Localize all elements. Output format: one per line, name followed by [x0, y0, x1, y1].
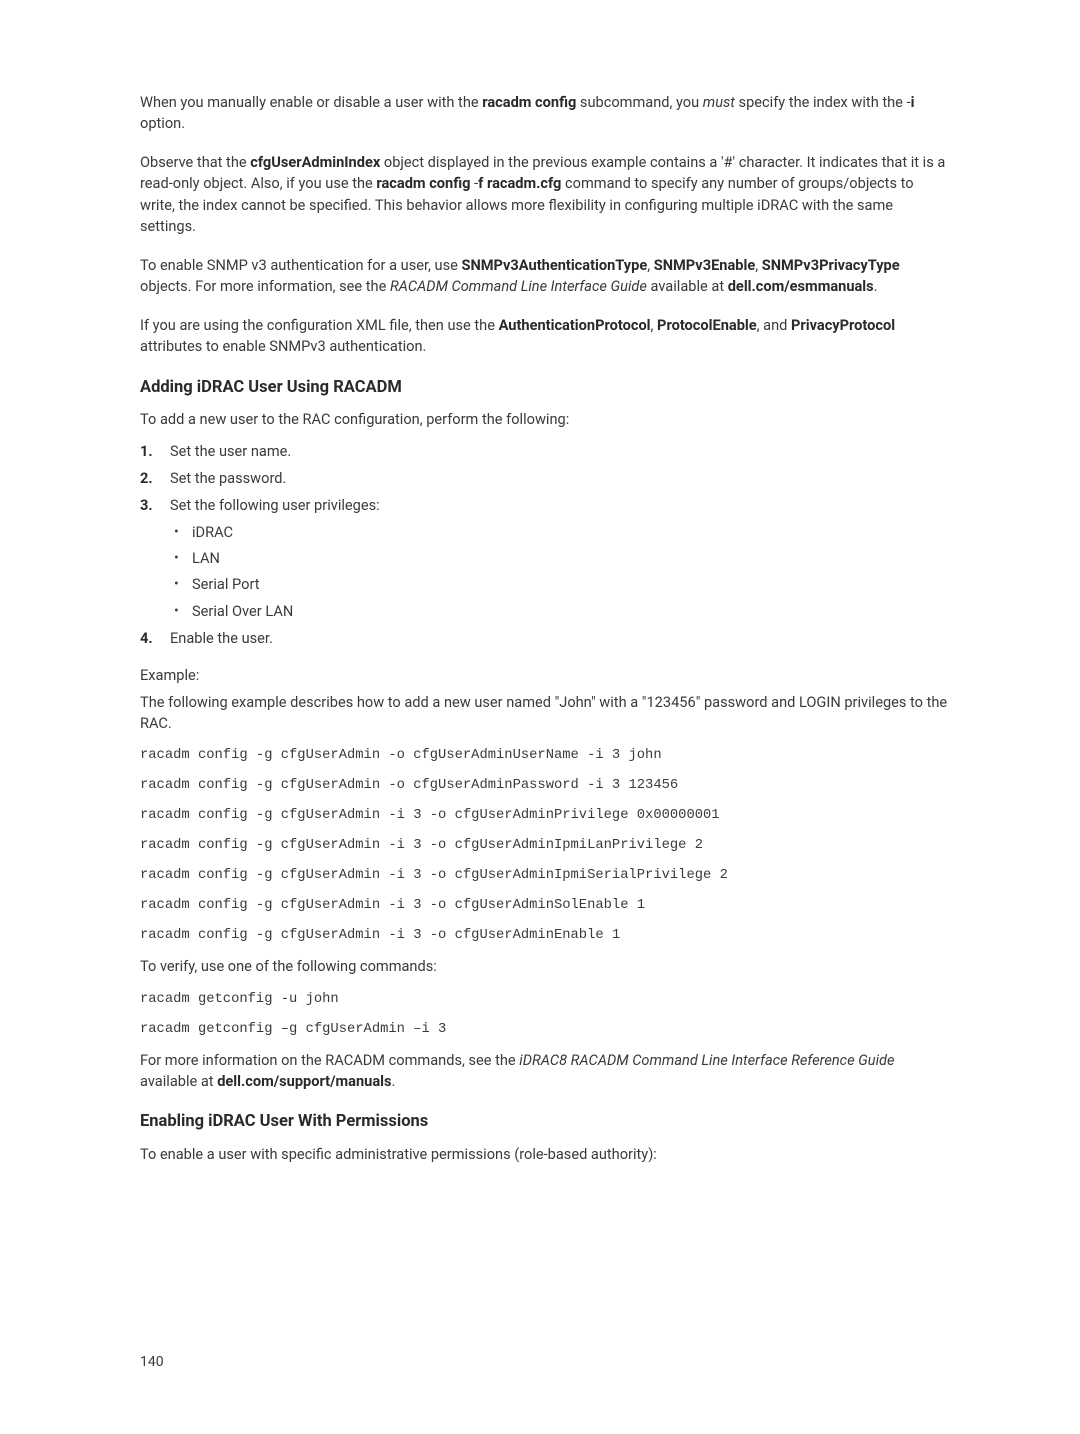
steps-list: 1.Set the user name. 2.Set the password.… — [140, 441, 950, 649]
step-4: 4.Enable the user. — [140, 628, 950, 649]
intro-enabling-user: To enable a user with specific administr… — [140, 1144, 950, 1165]
code-line: racadm config -g cfgUserAdmin -o cfgUser… — [140, 776, 950, 796]
document-page: When you manually enable or disable a us… — [0, 0, 1080, 1434]
priv-lan: LAN — [170, 548, 950, 569]
step-3: 3.Set the following user privileges: iDR… — [140, 495, 950, 622]
paragraph-racadm-config: When you manually enable or disable a us… — [140, 92, 950, 134]
privileges-list: iDRAC LAN Serial Port Serial Over LAN — [170, 522, 950, 622]
code-line: racadm config -g cfgUserAdmin -i 3 -o cf… — [140, 806, 950, 826]
paragraph-xml: If you are using the configuration XML f… — [140, 315, 950, 357]
heading-adding-user: Adding iDRAC User Using RACADM — [140, 376, 950, 400]
code-line: racadm config -g cfgUserAdmin -i 3 -o cf… — [140, 926, 950, 946]
code-line: racadm config -g cfgUserAdmin -i 3 -o cf… — [140, 866, 950, 886]
code-line: racadm getconfig –g cfgUserAdmin –i 3 — [140, 1020, 950, 1040]
paragraph-cfgindex: Observe that the cfgUserAdminIndex objec… — [140, 152, 950, 237]
heading-enabling-user: Enabling iDRAC User With Permissions — [140, 1110, 950, 1134]
code-line: racadm getconfig -u john — [140, 990, 950, 1010]
priv-serial: Serial Port — [170, 574, 950, 595]
priv-sol: Serial Over LAN — [170, 601, 950, 622]
code-line: racadm config -g cfgUserAdmin -i 3 -o cf… — [140, 896, 950, 916]
page-number: 140 — [140, 1352, 164, 1372]
footnote-racadm: For more information on the RACADM comma… — [140, 1050, 950, 1092]
verify-text: To verify, use one of the following comm… — [140, 956, 950, 977]
paragraph-snmp: To enable SNMP v3 authentication for a u… — [140, 255, 950, 297]
code-line: racadm config -g cfgUserAdmin -o cfgUser… — [140, 746, 950, 766]
intro-adding-user: To add a new user to the RAC configurati… — [140, 409, 950, 430]
step-1: 1.Set the user name. — [140, 441, 950, 462]
example-description: The following example describes how to a… — [140, 692, 950, 734]
code-line: racadm config -g cfgUserAdmin -i 3 -o cf… — [140, 836, 950, 856]
example-label: Example: — [140, 665, 950, 686]
priv-idrac: iDRAC — [170, 522, 950, 543]
step-2: 2.Set the password. — [140, 468, 950, 489]
